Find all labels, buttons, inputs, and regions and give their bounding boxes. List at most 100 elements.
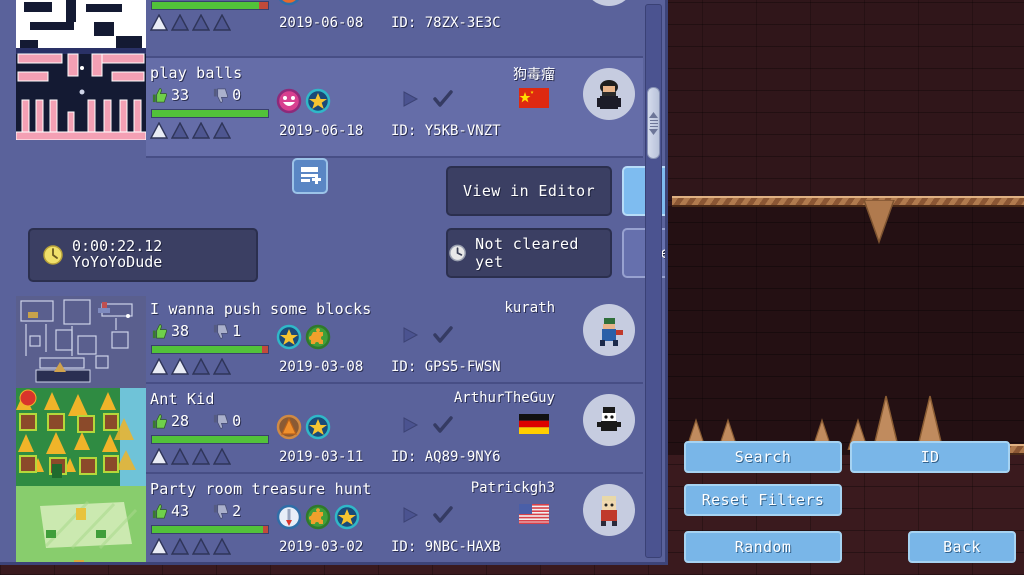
difficulty-triangle-empty (213, 538, 231, 555)
chevron-up-icon (649, 111, 658, 118)
level-id: ID: AQ89-9NY6 (391, 449, 501, 465)
clear-status-button[interactable]: Not cleared yet (446, 228, 612, 278)
puzzle-tag-icon (305, 324, 331, 350)
dislikes-count: 0 (232, 412, 242, 430)
level-id: ID: Y5KB-VNZT (391, 123, 501, 139)
smiley-tag-icon (278, 0, 300, 6)
avatar (583, 68, 635, 120)
scrollbar-thumb[interactable] (647, 87, 660, 159)
level-list-scroll-area[interactable]: 2019-06-08 ID: 78ZX-3E3C play balls 狗毒瘤 … (0, 0, 665, 562)
vote-counts: 43 2 (151, 502, 241, 520)
vote-counts: 33 0 (151, 86, 241, 104)
level-date: 2019-03-02 (279, 539, 364, 555)
vote-counts: 38 1 (151, 322, 241, 340)
difficulty-triangle-filled (150, 448, 168, 465)
level-tags[interactable] (276, 0, 302, 6)
level-date: 2019-03-08 (279, 359, 364, 375)
difficulty-triangle-filled (171, 358, 189, 375)
difficulty-triangle-empty (213, 14, 231, 31)
add-to-list-button[interactable] (292, 158, 328, 194)
random-button[interactable]: Random (684, 531, 842, 563)
cleared-check-icon (433, 90, 453, 107)
level-thumbnail[interactable] (16, 486, 146, 562)
difficulty-rating (150, 448, 231, 465)
level-id: ID: GPS5-FWSN (391, 359, 501, 375)
level-title: Party room treasure hunt (150, 480, 372, 498)
thumbs-down-icon (213, 504, 229, 519)
thumbs-down-icon (213, 88, 229, 103)
difficulty-triangle-empty (192, 14, 210, 31)
table-row[interactable]: Party room treasure hunt Patrickgh3 43 2 (146, 474, 643, 562)
level-id: ID: 78ZX-3E3C (391, 15, 501, 31)
level-date: 2019-06-08 (279, 15, 364, 31)
play-status-icons (400, 505, 454, 525)
difficulty-rating (150, 14, 231, 31)
difficulty-triangle-empty (171, 122, 189, 139)
smiley-tag-icon (276, 88, 302, 114)
level-title: Ant Kid (150, 390, 215, 408)
star-tag-icon (334, 504, 360, 530)
avatar (583, 304, 635, 356)
dislikes-count: 0 (232, 86, 242, 104)
thumbs-up-icon (152, 323, 167, 338)
play-status-icons (400, 325, 454, 345)
table-row[interactable]: 2019-06-08 ID: 78ZX-3E3C (146, 0, 643, 58)
level-tags[interactable] (276, 324, 331, 350)
table-row[interactable]: Ant Kid ArthurTheGuy 28 0 2019-03-11 ID:… (146, 384, 643, 474)
id-button[interactable]: ID (850, 441, 1010, 473)
view-in-editor-button[interactable]: View in Editor (446, 166, 612, 216)
level-date: 2019-03-11 (279, 449, 364, 465)
vote-counts: 28 0 (151, 412, 241, 430)
thumbs-down-icon (213, 324, 229, 339)
difficulty-triangle-empty (192, 122, 210, 139)
back-button[interactable]: Back (908, 531, 1016, 563)
list-scrollbar[interactable] (645, 4, 662, 558)
dislikes-count: 1 (232, 322, 242, 340)
thumbs-up-icon (152, 87, 167, 102)
level-thumbnail[interactable] (16, 0, 146, 140)
app-root: 2019-06-08 ID: 78ZX-3E3C play balls 狗毒瘤 … (0, 0, 1024, 575)
level-thumbnail[interactable] (16, 388, 146, 486)
avatar-sprite (597, 80, 621, 109)
avatar-sprite (597, 407, 621, 431)
country-flag (519, 504, 549, 524)
table-row[interactable]: I wanna push some blocks kurath 38 1 201… (146, 294, 643, 384)
rating-bar (151, 435, 269, 444)
difficulty-rating (150, 122, 231, 139)
level-title: I wanna push some blocks (150, 300, 372, 318)
add-to-list-icon (301, 167, 321, 184)
avatar (583, 484, 635, 536)
rating-bar (151, 1, 269, 10)
level-thumbnail[interactable] (16, 296, 146, 388)
played-triangle-icon (403, 417, 419, 433)
difficulty-triangle-empty (192, 538, 210, 555)
level-maker: 狗毒瘤 (513, 67, 555, 83)
search-button[interactable]: Search (684, 441, 842, 473)
level-maker: ArthurTheGuy (453, 390, 555, 406)
level-id: ID: 9NBC-HAXB (391, 539, 501, 555)
clock-icon (43, 245, 63, 265)
thumbs-down-icon (213, 414, 229, 429)
played-triangle-icon (403, 327, 419, 343)
difficulty-triangle-empty (213, 122, 231, 139)
level-tags[interactable] (276, 504, 360, 530)
star-tag-icon (276, 324, 302, 350)
played-triangle-icon (403, 91, 419, 107)
avatar (583, 0, 635, 6)
level-tags[interactable] (276, 88, 331, 114)
likes-count: 28 (171, 412, 190, 430)
difficulty-triangle-empty (192, 358, 210, 375)
level-title: play balls (150, 64, 243, 82)
rating-bar (151, 525, 269, 534)
table-row[interactable]: play balls 狗毒瘤 33 0 2019-06-18 ID: Y5KB-… (146, 58, 643, 158)
avatar (583, 394, 635, 446)
level-tags[interactable] (276, 414, 331, 440)
likes-count: 43 (171, 502, 190, 520)
play-status-icons (400, 89, 454, 109)
chevron-down-icon (649, 128, 658, 135)
play-status-icons (400, 415, 454, 435)
reset-filters-button[interactable]: Reset Filters (684, 484, 842, 516)
likes-count: 33 (171, 86, 190, 104)
star-tag-icon (305, 414, 331, 440)
rating-bar (151, 109, 269, 118)
